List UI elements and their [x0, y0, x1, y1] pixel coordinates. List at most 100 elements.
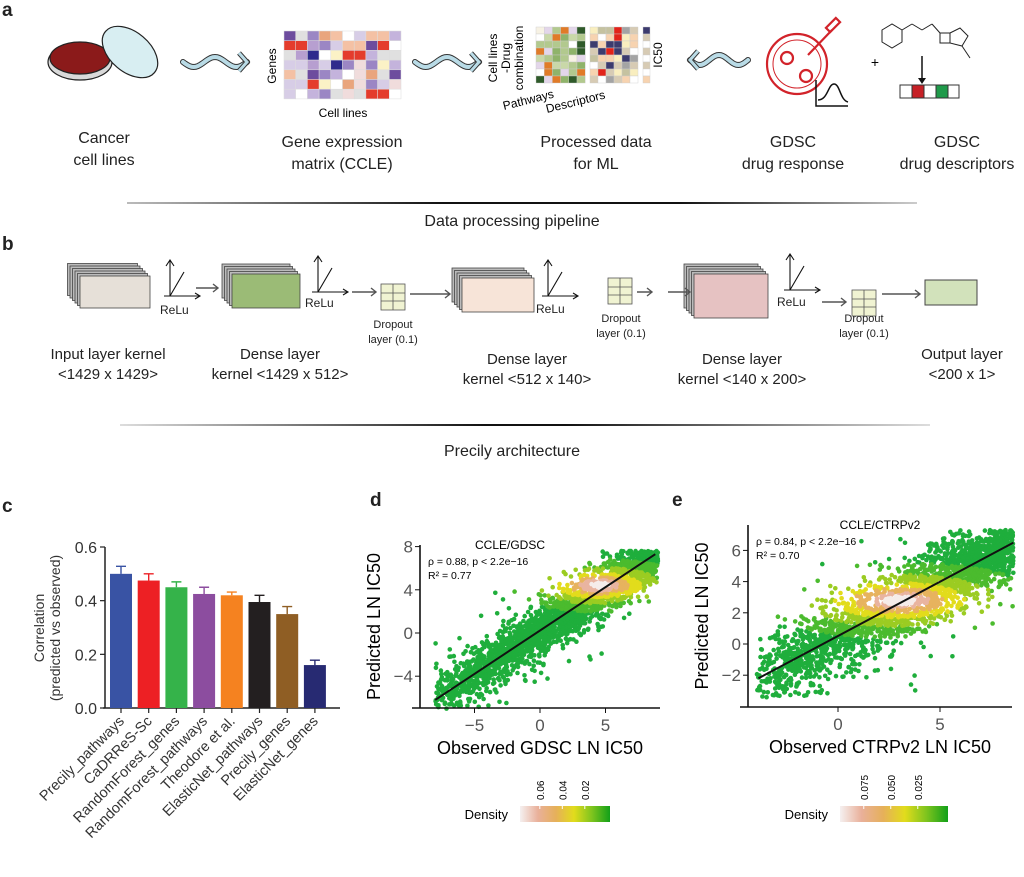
error-bar [116, 565, 126, 574]
scatter-point [478, 613, 484, 619]
descriptor-cell [629, 75, 639, 84]
matrix-cell [377, 88, 390, 100]
pathway-cell [568, 68, 578, 77]
scatter-point [974, 536, 980, 541]
scatter-point [986, 592, 991, 597]
matrix-cell [330, 79, 343, 90]
scatter-point [961, 611, 967, 616]
descriptor-cell [629, 33, 639, 42]
scatter-point [820, 561, 825, 567]
scatter-point [884, 581, 890, 586]
descriptor-cell [597, 47, 607, 56]
scatter-point [951, 533, 957, 538]
scatter-point [484, 686, 490, 691]
y-tick-label: 0 [404, 624, 413, 643]
matrix-cell [377, 30, 390, 41]
relu-activation-icon [542, 259, 580, 300]
scatter-point [888, 580, 894, 586]
matrix-cell [307, 30, 320, 41]
scatter-point [757, 683, 763, 689]
scatter-point [990, 594, 995, 600]
pathway-cell [552, 68, 561, 77]
matrix-cell [342, 59, 355, 71]
scatter-point [813, 672, 819, 677]
pathway-cell [544, 61, 553, 70]
matrix-cell [318, 69, 332, 80]
scatter-point [500, 623, 506, 628]
scatter-point [557, 585, 562, 591]
pathway-cell [535, 54, 545, 63]
bar-chart-correlation: 0.00.20.40.6Correlation(predicted vs obs… [31, 540, 340, 842]
scatter-point [539, 597, 544, 603]
dropout-caption: Dropout layer (0.1) [368, 319, 418, 346]
matrix-cell [330, 69, 343, 80]
pathway-cell [560, 68, 569, 77]
pathway-cell [544, 75, 553, 84]
scatter-point [945, 609, 950, 614]
scatter-point [854, 563, 860, 569]
dense-layer-2-caption: Dense layer kernel <512 x 140> [462, 351, 592, 388]
scatter-point [520, 656, 525, 662]
pathway-cell [568, 75, 578, 84]
scatter-point [797, 621, 803, 626]
pathway-cell [560, 75, 569, 84]
pathway-cell [535, 40, 545, 49]
descriptor-cell [613, 75, 623, 84]
pathway-cell [576, 54, 586, 63]
output-layer [924, 279, 978, 306]
descriptor-cell [597, 33, 607, 42]
scatter-point [975, 584, 980, 589]
scatter-point [788, 675, 793, 681]
processed-y-label: combination [512, 26, 526, 91]
scatter-point [524, 658, 530, 664]
matrix-cell [365, 30, 378, 41]
scatter-point [507, 630, 512, 635]
scatter-point [948, 619, 953, 624]
processed-data-matrix [535, 26, 651, 84]
descriptor-cell [613, 26, 623, 35]
scatter-point [902, 555, 907, 561]
scatter-point [896, 569, 902, 574]
matrix-cell [307, 88, 320, 100]
scatter-point [834, 613, 839, 618]
scatter-point [465, 643, 470, 649]
scatter-point [473, 644, 478, 650]
wavy-arrow-icon [412, 51, 483, 73]
scatter-point [568, 588, 573, 593]
scatter-point [828, 612, 834, 618]
scatter-point [774, 656, 779, 661]
divider [120, 424, 930, 426]
y-tick-label: 8 [404, 538, 413, 557]
descriptor-cell [597, 40, 607, 49]
scatter-point [758, 636, 763, 642]
colorbar-tick-label: 0.02 [581, 780, 592, 800]
matrix-cell [283, 30, 296, 41]
scatter-point [493, 640, 499, 646]
arrow-icon [410, 289, 452, 299]
scatter-point [498, 683, 503, 688]
bar [193, 593, 216, 708]
matrix-cell [353, 88, 367, 100]
scatter-point [875, 643, 880, 649]
scatter-point [479, 640, 485, 645]
bar [110, 573, 132, 708]
scatter-point [908, 682, 914, 687]
scatter-point [985, 604, 991, 609]
scatter-point [945, 546, 950, 552]
scatter-point [497, 699, 502, 705]
descriptor-cell [605, 61, 615, 70]
scatter-point [525, 609, 531, 615]
matrix-cell [377, 50, 390, 61]
scatter-point [445, 669, 450, 675]
descriptor-cell [605, 40, 615, 49]
scatter-point [782, 617, 788, 622]
scatter-point [554, 592, 559, 598]
scatter-point [921, 644, 926, 650]
arrow-icon [668, 287, 692, 297]
scatter-point [929, 569, 934, 574]
ic50-cell [642, 75, 651, 84]
scatter-point [1011, 570, 1016, 576]
scatter-point [454, 663, 459, 669]
scatter-point [979, 583, 984, 588]
scatter-point [497, 628, 503, 634]
